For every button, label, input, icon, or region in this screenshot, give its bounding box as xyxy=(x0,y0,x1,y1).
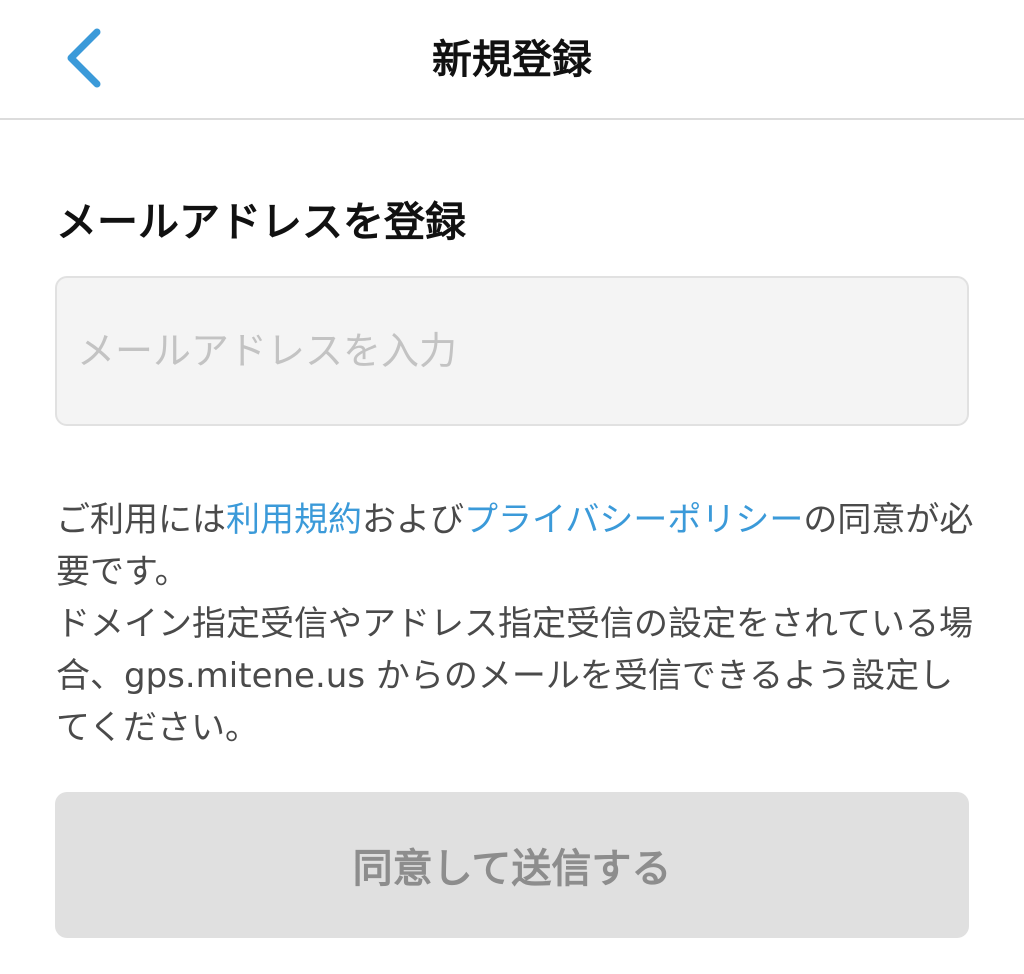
agree-and-submit-button[interactable]: 同意して送信する xyxy=(55,792,969,938)
privacy-policy-link[interactable]: プライバシーポリシー xyxy=(464,500,803,540)
terms-and: および xyxy=(362,500,464,540)
email-input[interactable] xyxy=(55,276,969,426)
chevron-left-icon xyxy=(67,28,101,88)
back-button[interactable] xyxy=(44,18,124,98)
terms-of-service-link[interactable]: 利用規約 xyxy=(226,500,362,540)
terms-prefix: ご利用には xyxy=(56,500,226,540)
nav-bar: 新規登録 xyxy=(0,0,1024,120)
page-title: 新規登録 xyxy=(432,37,592,83)
section-title: メールアドレスを登録 xyxy=(56,198,466,246)
mail-receive-note: ドメイン指定受信やアドレス指定受信の設定をされている場合、gps.mitene.… xyxy=(56,604,973,748)
terms-text: ご利用には利用規約およびプライバシーポリシーの同意が必要です。 ドメイン指定受信や… xyxy=(56,494,976,754)
